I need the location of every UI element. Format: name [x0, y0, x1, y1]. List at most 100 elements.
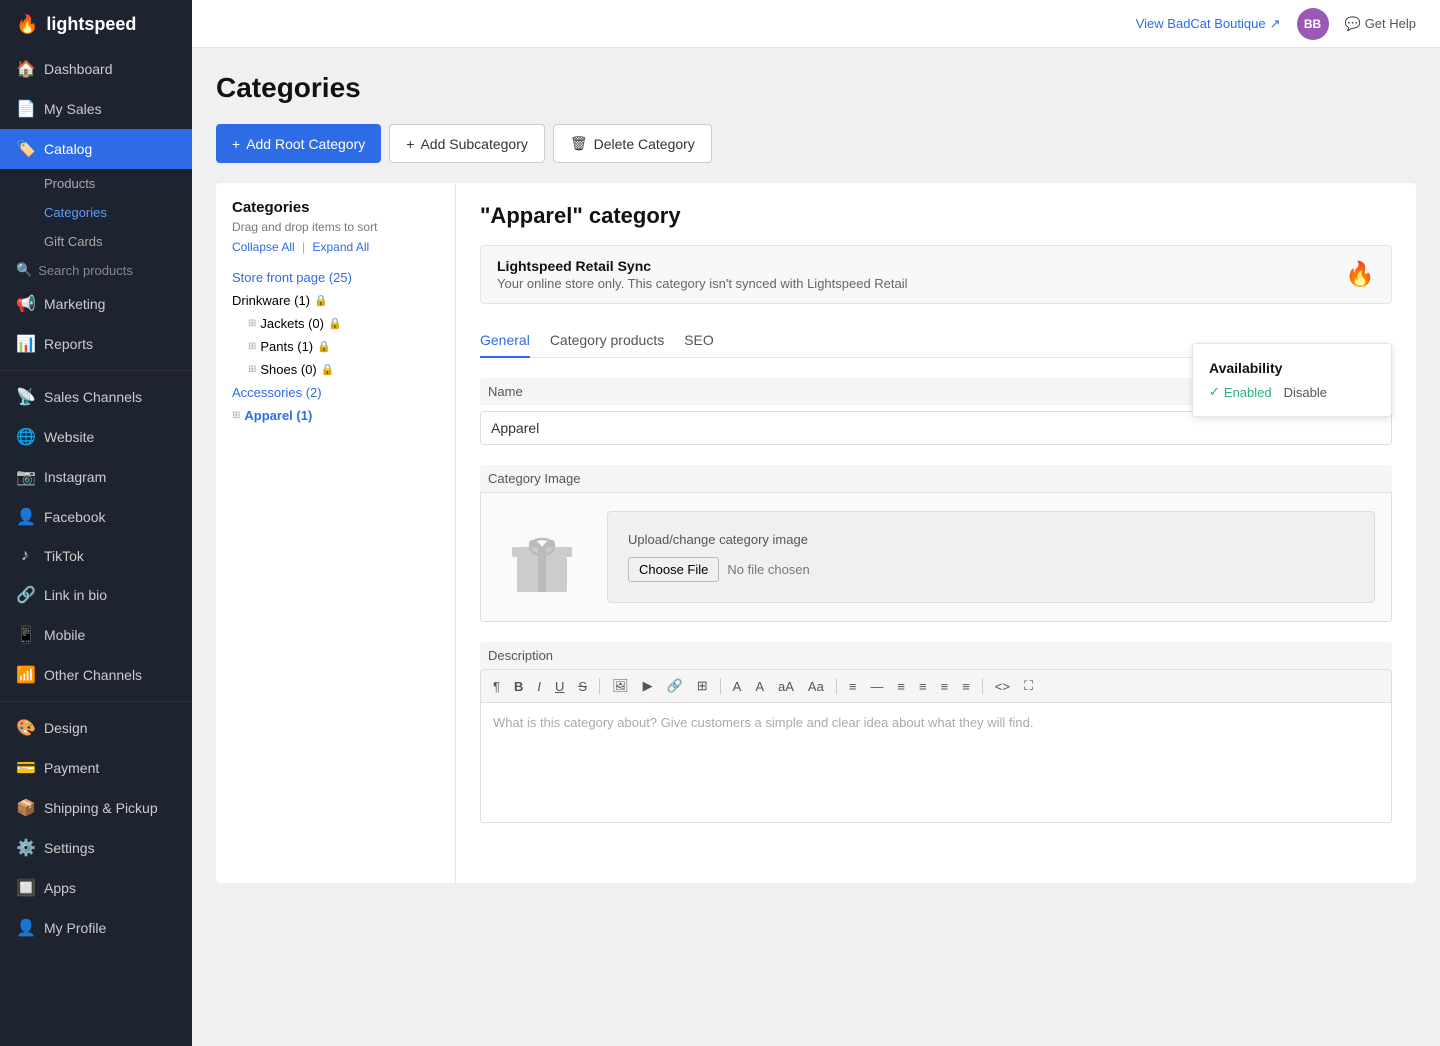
sidebar-item-design[interactable]: 🎨 Design	[0, 708, 192, 748]
toolbar-bold[interactable]: B	[510, 677, 527, 696]
search-products[interactable]: 🔍 Search products	[0, 256, 192, 284]
toolbar-indent-more[interactable]: ≡	[958, 677, 974, 696]
category-subtree: ⊞ Jackets (0) 🔒 ⊞ Pants (1) 🔒 ⊞ Shoes (0…	[232, 312, 439, 381]
view-store-label: View BadCat Boutique	[1136, 16, 1266, 31]
sidebar-sub-categories[interactable]: Categories	[0, 198, 192, 227]
sidebar-sub-products[interactable]: Products	[0, 169, 192, 198]
sidebar-item-link-in-bio[interactable]: 🔗 Link in bio	[0, 575, 192, 615]
toolbar-source[interactable]: <>	[991, 677, 1014, 696]
sidebar-item-mobile[interactable]: 📱 Mobile	[0, 615, 192, 655]
no-file-label: No file chosen	[727, 562, 809, 577]
collapse-all-link[interactable]: Collapse All	[232, 240, 295, 254]
tab-general[interactable]: General	[480, 324, 530, 358]
sidebar-item-dashboard[interactable]: 🏠 Dashboard	[0, 49, 192, 89]
expand-all-link[interactable]: Expand All	[313, 240, 370, 254]
sidebar-item-payment[interactable]: 💳 Payment	[0, 748, 192, 788]
toolbar-font-color[interactable]: A	[729, 677, 746, 696]
list-item: ⊞ Apparel (1)	[232, 404, 439, 427]
upload-text: Upload/change category image	[628, 532, 1354, 547]
get-help-button[interactable]: 💬 Get Help	[1345, 16, 1417, 32]
sidebar-item-catalog[interactable]: 🏷️ Catalog	[0, 129, 192, 169]
sidebar-item-my-profile[interactable]: 👤 My Profile	[0, 908, 192, 948]
sidebar-item-facebook[interactable]: 👤 Facebook	[0, 497, 192, 537]
lock-icon: 🔒	[328, 317, 342, 330]
toolbar-strikethrough[interactable]: S	[574, 677, 591, 696]
expand-icon[interactable]: ⊞	[248, 341, 256, 352]
sales-icon: 📄	[16, 99, 34, 119]
user-avatar[interactable]: BB	[1297, 8, 1329, 40]
toolbar-hr[interactable]: —	[866, 677, 887, 696]
sidebar-item-settings[interactable]: ⚙️ Settings	[0, 828, 192, 868]
sidebar-sub-gift-cards[interactable]: Gift Cards	[0, 227, 192, 256]
add-root-category-button[interactable]: + Add Root Category	[216, 124, 381, 163]
toolbar-highlight[interactable]: A	[751, 677, 768, 696]
file-choose: Choose File No file chosen	[628, 557, 1354, 582]
link-icon: 🔗	[16, 585, 34, 605]
lock-icon: 🔒	[317, 340, 331, 353]
image-area: Upload/change category image Choose File…	[480, 492, 1392, 622]
category-link-storefront[interactable]: Store front page (25)	[232, 270, 352, 285]
sidebar-item-my-sales[interactable]: 📄 My Sales	[0, 89, 192, 129]
toolbar-separator-1	[599, 678, 600, 694]
sidebar-item-label: My Sales	[44, 101, 102, 117]
toolbar-italic[interactable]: I	[533, 677, 545, 696]
toolbar-superscript[interactable]: aA	[774, 677, 798, 696]
description-area[interactable]: What is this category about? Give custom…	[480, 703, 1392, 823]
lightspeed-flame-icon: 🔥	[1345, 260, 1375, 289]
image-placeholder	[497, 512, 587, 602]
category-label-jackets: Jackets (0)	[260, 316, 324, 331]
sidebar-item-shipping[interactable]: 📦 Shipping & Pickup	[0, 788, 192, 828]
enabled-option: ✓ Enabled	[1209, 384, 1272, 400]
toolbar-image[interactable]: 🖼	[608, 676, 633, 696]
toolbar-case[interactable]: Aa	[804, 677, 828, 696]
sidebar-item-website[interactable]: 🌐 Website	[0, 417, 192, 457]
expand-icon[interactable]: ⊞	[248, 364, 256, 375]
reports-icon: 📊	[16, 334, 34, 354]
collapse-expand-links: Collapse All | Expand All	[232, 240, 439, 254]
toolbar-fullscreen[interactable]: ⛶	[1020, 676, 1037, 696]
toolbar-link[interactable]: 🔗	[663, 676, 687, 696]
toolbar-paragraph[interactable]: ¶	[489, 677, 504, 696]
add-subcategory-button[interactable]: + Add Subcategory	[389, 124, 545, 163]
app-logo[interactable]: 🔥 lightspeed	[0, 0, 192, 49]
expand-icon[interactable]: ⊞	[248, 318, 256, 329]
toolbar-table[interactable]: ⊞	[693, 676, 712, 696]
toolbar-indent-less[interactable]: ≡	[937, 677, 953, 696]
toolbar-list-bullet[interactable]: ≡	[893, 677, 909, 696]
list-item: Store front page (25)	[232, 266, 439, 289]
page-content: Categories + Add Root Category + Add Sub…	[192, 48, 1440, 1046]
tab-seo[interactable]: SEO	[684, 324, 714, 358]
sidebar-item-instagram[interactable]: 📷 Instagram	[0, 457, 192, 497]
sidebar-item-tiktok[interactable]: ♪ TikTok	[0, 537, 192, 575]
mobile-icon: 📱	[16, 625, 34, 645]
sync-banner: Lightspeed Retail Sync Your online store…	[480, 245, 1392, 304]
category-image-section: Category Image	[480, 465, 1392, 622]
marketing-icon: 📢	[16, 294, 34, 314]
toolbar-video[interactable]: ▶	[639, 676, 657, 696]
image-upload-area: Upload/change category image Choose File…	[607, 511, 1375, 603]
sidebar-item-apps[interactable]: 🔲 Apps	[0, 868, 192, 908]
category-link-accessories[interactable]: Accessories (2)	[232, 385, 322, 400]
expand-icon[interactable]: ⊞	[232, 410, 240, 421]
disable-option[interactable]: Disable	[1284, 385, 1327, 400]
sidebar-item-sales-channels[interactable]: 📡 Sales Channels	[0, 377, 192, 417]
settings-icon: ⚙️	[16, 838, 34, 858]
view-store-link[interactable]: View BadCat Boutique ↗	[1136, 16, 1281, 32]
tab-category-products[interactable]: Category products	[550, 324, 664, 358]
sidebar-item-other-channels[interactable]: 📶 Other Channels	[0, 655, 192, 695]
list-item: ⊞ Jackets (0) 🔒	[248, 312, 439, 335]
sidebar-item-marketing[interactable]: 📢 Marketing	[0, 284, 192, 324]
availability-popup: Availability ✓ Enabled Disable	[1192, 343, 1392, 417]
toolbar-underline[interactable]: U	[551, 677, 568, 696]
other-channels-icon: 📶	[16, 665, 34, 685]
sidebar-item-reports[interactable]: 📊 Reports	[0, 324, 192, 364]
availability-options: ✓ Enabled Disable	[1209, 384, 1375, 400]
lock-icon: 🔒	[314, 294, 328, 307]
payment-icon: 💳	[16, 758, 34, 778]
choose-file-button[interactable]: Choose File	[628, 557, 719, 582]
category-link-apparel[interactable]: Apparel (1)	[244, 408, 312, 423]
toolbar-list-number[interactable]: ≡	[915, 677, 931, 696]
content-split: Categories Drag and drop items to sort C…	[216, 183, 1416, 883]
delete-category-button[interactable]: 🗑 Delete Category	[553, 124, 712, 163]
toolbar-align-left[interactable]: ≡	[845, 677, 861, 696]
